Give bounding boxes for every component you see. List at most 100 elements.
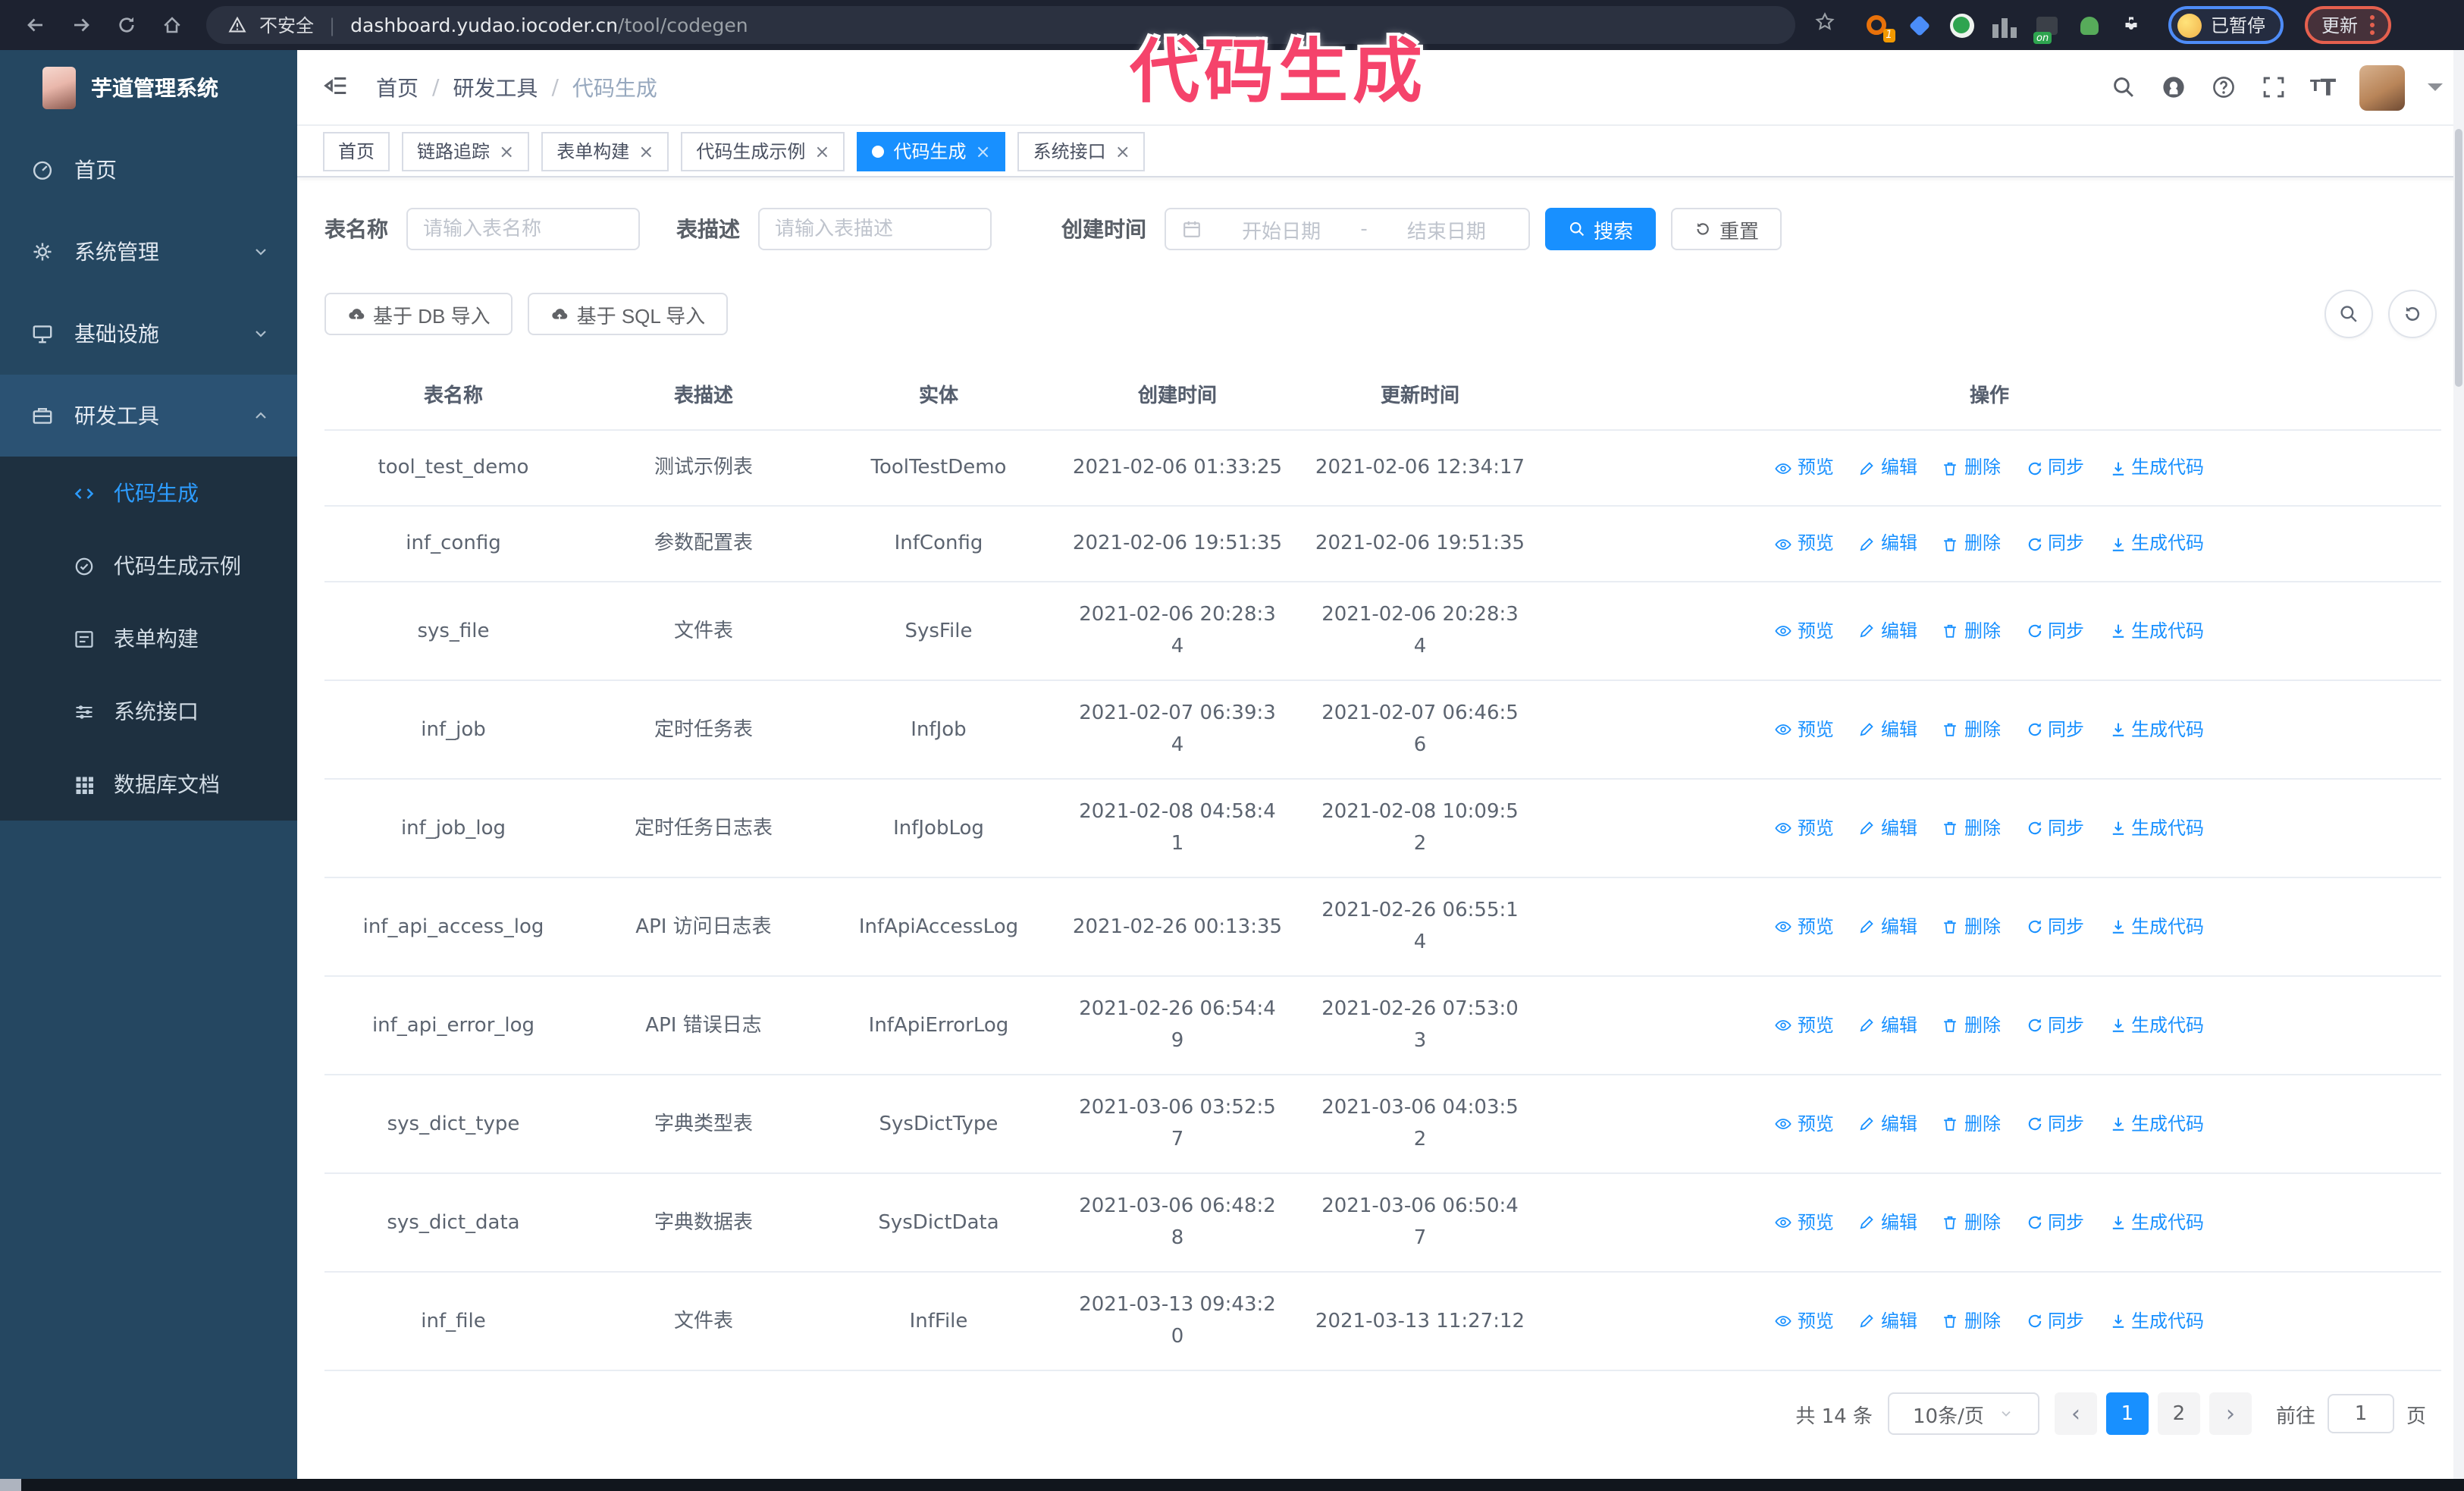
action-generate[interactable]: 生成代码	[2108, 911, 2204, 943]
action-sync[interactable]: 同步	[2025, 1009, 2084, 1041]
action-delete[interactable]: 删除	[1942, 1305, 2001, 1337]
tab-5[interactable]: 系统接口 ×	[1017, 131, 1146, 171]
import-sql-button[interactable]: 基于 SQL 导入	[528, 293, 729, 335]
font-size-icon[interactable]: TT	[2309, 74, 2337, 101]
action-generate[interactable]: 生成代码	[2108, 1305, 2204, 1337]
action-delete[interactable]: 删除	[1942, 528, 2001, 560]
tab-0[interactable]: 首页	[323, 131, 390, 171]
date-range-picker[interactable]: 开始日期 - 结束日期	[1165, 208, 1530, 250]
action-generate[interactable]: 生成代码	[2108, 714, 2204, 746]
search-button[interactable]: 搜索	[1545, 208, 1657, 250]
sidebar-subitem-3[interactable]: 系统接口	[0, 675, 297, 748]
bookmark-star-icon[interactable]	[1814, 11, 1836, 39]
github-icon[interactable]	[2159, 74, 2187, 101]
tab-4[interactable]: 代码生成 ×	[857, 131, 1006, 171]
user-avatar[interactable]	[2359, 64, 2405, 110]
table-desc-input[interactable]	[758, 208, 992, 250]
sidebar-item-3[interactable]: 研发工具	[0, 375, 297, 457]
breadcrumb-home[interactable]: 首页	[376, 72, 419, 102]
action-generate[interactable]: 生成代码	[2108, 528, 2204, 560]
extension-switch-icon[interactable]: on	[2033, 12, 2059, 44]
action-preview[interactable]: 预览	[1775, 714, 1834, 746]
action-edit[interactable]: 编辑	[1858, 1207, 1917, 1238]
browser-forward-icon[interactable]	[61, 5, 100, 45]
action-generate[interactable]: 生成代码	[2108, 1009, 2204, 1041]
action-sync[interactable]: 同步	[2025, 615, 2084, 647]
action-delete[interactable]: 删除	[1942, 615, 2001, 647]
tab-close-icon[interactable]: ×	[814, 142, 829, 160]
tab-close-icon[interactable]: ×	[638, 142, 654, 160]
tab-2[interactable]: 表单构建 ×	[541, 131, 669, 171]
action-generate[interactable]: 生成代码	[2108, 1108, 2204, 1140]
action-preview[interactable]: 预览	[1775, 528, 1834, 560]
action-preview[interactable]: 预览	[1775, 615, 1834, 647]
action-delete[interactable]: 删除	[1942, 911, 2001, 943]
action-sync[interactable]: 同步	[2025, 1207, 2084, 1238]
action-preview[interactable]: 预览	[1775, 812, 1834, 844]
action-sync[interactable]: 同步	[2025, 528, 2084, 560]
action-delete[interactable]: 删除	[1942, 812, 2001, 844]
browser-home-icon[interactable]	[152, 5, 191, 45]
tab-close-icon[interactable]: ×	[1115, 142, 1130, 160]
tab-3[interactable]: 代码生成示例 ×	[681, 131, 845, 171]
tab-close-icon[interactable]: ×	[976, 142, 991, 160]
action-edit[interactable]: 编辑	[1858, 1305, 1917, 1337]
goto-page-input[interactable]	[2327, 1394, 2394, 1433]
action-preview[interactable]: 预览	[1775, 1305, 1834, 1337]
reset-button[interactable]: 重置	[1671, 208, 1782, 250]
action-edit[interactable]: 编辑	[1858, 714, 1917, 746]
action-edit[interactable]: 编辑	[1858, 911, 1917, 943]
action-delete[interactable]: 删除	[1942, 1009, 2001, 1041]
extensions-puzzle-icon[interactable]	[2118, 12, 2144, 38]
action-edit[interactable]: 编辑	[1858, 1108, 1917, 1140]
action-preview[interactable]: 预览	[1775, 911, 1834, 943]
action-delete[interactable]: 删除	[1942, 452, 2001, 484]
sidebar-subitem-2[interactable]: 表单构建	[0, 602, 297, 675]
tab-1[interactable]: 链路追踪 ×	[402, 131, 530, 171]
action-preview[interactable]: 预览	[1775, 1009, 1834, 1041]
breadcrumb-devtools[interactable]: 研发工具	[453, 72, 538, 102]
action-delete[interactable]: 删除	[1942, 1108, 2001, 1140]
action-sync[interactable]: 同步	[2025, 452, 2084, 484]
start-date-placeholder[interactable]: 开始日期	[1215, 215, 1348, 243]
action-edit[interactable]: 编辑	[1858, 812, 1917, 844]
extension-columns-icon[interactable]	[1991, 12, 2017, 38]
sidebar-item-2[interactable]: 基础设施	[0, 293, 297, 375]
action-sync[interactable]: 同步	[2025, 714, 2084, 746]
page-size-select[interactable]: 10条/页	[1887, 1392, 2039, 1435]
import-db-button[interactable]: 基于 DB 导入	[324, 293, 513, 335]
action-preview[interactable]: 预览	[1775, 1207, 1834, 1238]
next-page-button[interactable]: ›	[2209, 1392, 2252, 1435]
browser-update-button[interactable]: 更新	[2305, 6, 2392, 44]
prev-page-button[interactable]: ‹	[2054, 1392, 2097, 1435]
fullscreen-icon[interactable]	[2259, 74, 2287, 101]
sidebar-item-1[interactable]: 系统管理	[0, 211, 297, 293]
refresh-table-button[interactable]	[2388, 290, 2437, 338]
action-edit[interactable]: 编辑	[1858, 615, 1917, 647]
extension-orange-icon[interactable]: 1	[1864, 12, 1895, 42]
action-generate[interactable]: 生成代码	[2108, 1207, 2204, 1238]
extension-gem-icon[interactable]	[1906, 12, 1932, 38]
action-edit[interactable]: 编辑	[1858, 528, 1917, 560]
help-icon[interactable]	[2209, 74, 2237, 101]
action-edit[interactable]: 编辑	[1858, 1009, 1917, 1041]
address-bar[interactable]: 不安全 | dashboard.yudao.iocoder.cn/tool/co…	[206, 6, 1795, 44]
tab-close-icon[interactable]: ×	[499, 142, 514, 160]
action-sync[interactable]: 同步	[2025, 812, 2084, 844]
sidebar-subitem-0[interactable]: 代码生成	[0, 457, 297, 529]
browser-reload-icon[interactable]	[106, 5, 146, 45]
header-search-icon[interactable]	[2109, 74, 2136, 101]
sidebar-subitem-1[interactable]: 代码生成示例	[0, 529, 297, 602]
sidebar-collapse-icon[interactable]	[321, 71, 355, 104]
page-scrollbar[interactable]	[2453, 50, 2464, 1479]
avatar-caret-icon[interactable]	[2428, 83, 2443, 99]
action-generate[interactable]: 生成代码	[2108, 812, 2204, 844]
extension-shield-icon[interactable]	[1948, 12, 1974, 38]
action-generate[interactable]: 生成代码	[2108, 615, 2204, 647]
end-date-placeholder[interactable]: 结束日期	[1380, 215, 1513, 243]
action-delete[interactable]: 删除	[1942, 714, 2001, 746]
browser-menu-icon[interactable]	[2370, 15, 2375, 35]
scrollbar-thumb[interactable]	[2455, 129, 2462, 387]
action-sync[interactable]: 同步	[2025, 1108, 2084, 1140]
page-button-1[interactable]: 1	[2105, 1392, 2149, 1435]
